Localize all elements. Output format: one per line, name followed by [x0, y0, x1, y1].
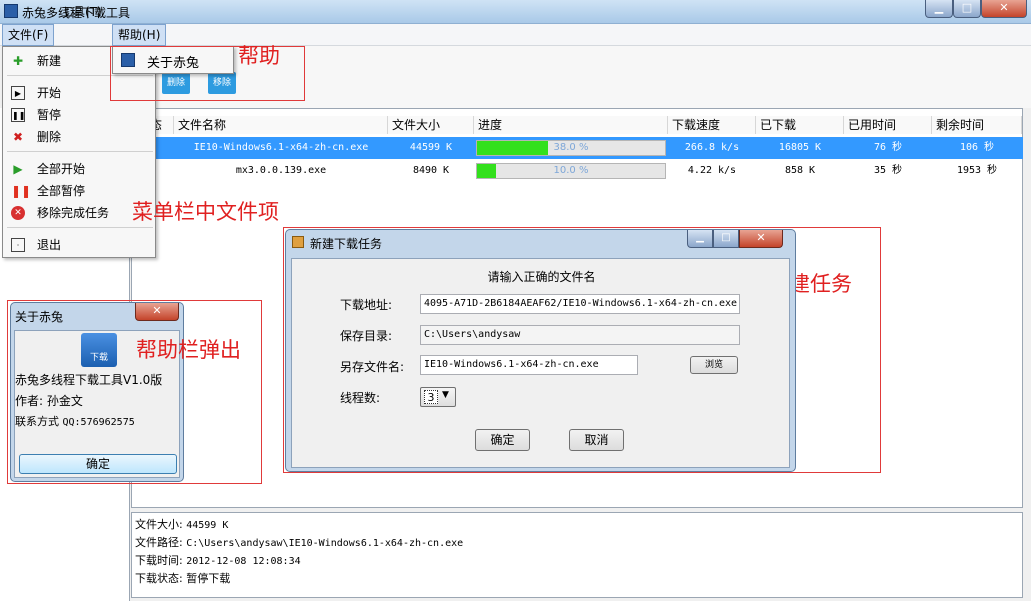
contact-label: 联系方式 [15, 415, 59, 428]
menu-item-label: 开始 [37, 86, 62, 100]
progress-bar: 38.0 % [476, 140, 666, 156]
menu-item-label: 退出 [37, 238, 62, 252]
close-icon[interactable]: ✕ [135, 303, 179, 321]
threads-select[interactable]: 3 ▼ [420, 387, 456, 407]
browse-button[interactable]: 浏览 [690, 356, 738, 374]
about-dialog: 关于赤兔 ✕ 下载 赤兔多线程下载工具V1.0版 作者: 孙金文 联系方式 QQ… [10, 302, 184, 482]
header-filesize[interactable]: 文件大小 [388, 116, 474, 134]
header-speed[interactable]: 下载速度 [668, 116, 756, 134]
menu-tools[interactable]: 工具(T) [56, 2, 107, 22]
menu-item-label: 暂停 [37, 108, 62, 122]
url-label: 下载地址: [340, 298, 393, 312]
menu-item-label: 移除完成任务 [37, 206, 110, 220]
about-author: 作者: 孙金文 [15, 394, 83, 408]
about-ok-button[interactable]: 确定 [19, 454, 177, 474]
row-speed: 266.8 k/s [684, 142, 740, 153]
about-dialog-title: 关于赤兔 [15, 310, 64, 324]
header-remaining[interactable]: 剩余时间 [932, 116, 1022, 134]
menu-item-label: 全部暂停 [37, 184, 86, 198]
dir-label: 保存目录: [340, 329, 393, 343]
app-icon [4, 4, 18, 18]
annotation-label-file-menu: 菜单栏中文件项 [132, 200, 279, 224]
play-icon: ▶ [11, 86, 25, 100]
minimize-icon[interactable]: ▁ [687, 230, 713, 248]
threads-value: 3 [424, 390, 438, 404]
dir-field[interactable]: C:\Users\andysaw [420, 325, 740, 345]
info-size-label: 文件大小: [135, 518, 183, 531]
menu-file[interactable]: 文件(F) [2, 24, 55, 46]
annotation-label-help: 帮助 [238, 44, 280, 68]
java-icon [292, 236, 304, 248]
row-filesize: 44599 K [409, 142, 453, 153]
saveas-field[interactable]: IE10-Windows6.1-x64-zh-cn.exe [420, 355, 638, 375]
saveas-label: 另存文件名: [340, 360, 405, 374]
table-row[interactable]: mx3.0.0.139.exe 8490 K 10.0 % 4.22 k/s 8… [131, 160, 1023, 182]
minimize-button[interactable]: ▁ [925, 0, 953, 18]
about-app-name: 赤兔多线程下载工具V1.0版 [15, 373, 163, 387]
ok-button[interactable]: 确定 [475, 429, 530, 451]
header-progress[interactable]: 进度 [474, 116, 668, 134]
info-status-value: 暂停下载 [186, 572, 231, 585]
close-button[interactable]: ✕ [981, 0, 1027, 18]
row-filename: IE10-Windows6.1-x64-zh-cn.exe [193, 142, 369, 153]
table-row[interactable]: IE10-Windows6.1-x64-zh-cn.exe 44599 K 38… [131, 137, 1023, 159]
maximize-button[interactable]: □ [953, 0, 981, 18]
row-elapsed: 76 秒 [873, 142, 903, 153]
url-field[interactable]: 4095-A71D-2B6184AEAF62/IE10-Windows6.1-x… [420, 294, 740, 314]
exit-icon: · [11, 238, 25, 252]
annotation-label-about: 帮助栏弹出 [136, 338, 241, 362]
info-time-label: 下载时间: [135, 554, 183, 567]
info-size-value: 44599 K [186, 520, 229, 531]
new-task-title: 新建下载任务 [310, 237, 383, 251]
pause-all-icon: ❚❚ [11, 184, 32, 198]
download-logo-icon: 下载 [81, 333, 117, 367]
info-path-value: C:\Users\andysaw\IE10-Windows6.1-x64-zh-… [186, 538, 464, 549]
info-status-label: 下载状态: [135, 572, 183, 585]
menu-separator [7, 151, 153, 152]
menu-item-delete[interactable]: ✖ 删除 [3, 126, 155, 148]
menu-item-pause[interactable]: ❚❚ 暂停 [3, 104, 155, 126]
info-panel: 文件大小: 44599 K 文件路径: C:\Users\andysaw\IE1… [131, 512, 1023, 598]
row-speed: 4.22 k/s [687, 165, 737, 176]
progress-text: 10.0 % [553, 165, 589, 176]
maximize-icon[interactable]: □ [713, 230, 739, 248]
pause-icon: ❚❚ [11, 108, 25, 122]
row-remaining: 1953 秒 [956, 165, 998, 176]
new-task-prompt: 请输入正确的文件名 [487, 270, 596, 284]
menu-separator [7, 227, 153, 228]
info-time-value: 2012-12-08 12:08:34 [186, 556, 301, 567]
row-downloaded: 16805 K [778, 142, 822, 153]
about-contact: 联系方式 QQ:576962575 [15, 413, 135, 429]
close-icon[interactable]: ✕ [739, 230, 783, 248]
progress-text: 38.0 % [553, 142, 589, 153]
progress-bar: 10.0 % [476, 163, 666, 179]
menu-item-label: 新建 [37, 54, 62, 68]
threads-label: 线程数: [340, 391, 381, 405]
title-bar: 赤兔多线程下载工具 [0, 0, 1031, 24]
header-filename[interactable]: 文件名称 [174, 116, 388, 134]
contact-value: QQ:576962575 [62, 417, 135, 428]
start-all-icon: ▶ [13, 162, 23, 176]
new-task-dialog: 新建下载任务 ▁ □ ✕ 请输入正确的文件名 下载地址: 4095-A71D-2… [285, 229, 796, 472]
remove-circle-icon: ✕ [11, 206, 25, 220]
new-task-body: 请输入正确的文件名 下载地址: 4095-A71D-2B6184AEAF62/I… [291, 258, 790, 468]
menu-help[interactable]: 帮助(H) [112, 24, 167, 46]
cancel-button[interactable]: 取消 [569, 429, 624, 451]
menu-item-exit[interactable]: · 退出 [3, 234, 155, 256]
logo-text: 下载 [89, 353, 108, 363]
chevron-down-icon: ▼ [442, 390, 449, 400]
row-elapsed: 35 秒 [873, 165, 903, 176]
header-elapsed[interactable]: 已用时间 [844, 116, 932, 134]
menu-item-start-all[interactable]: ▶ 全部开始 [3, 158, 155, 180]
info-path-label: 文件路径: [135, 536, 183, 549]
row-remaining: 106 秒 [959, 142, 995, 153]
delete-x-icon: ✖ [12, 130, 24, 144]
row-filesize: 8490 K [412, 165, 450, 176]
plus-icon: ✚ [12, 54, 24, 68]
menu-item-label: 全部开始 [37, 162, 86, 176]
header-downloaded[interactable]: 已下载 [756, 116, 844, 134]
row-filename: mx3.0.0.139.exe [235, 165, 327, 176]
menu-item-label: 删除 [37, 130, 62, 144]
row-downloaded: 858 K [784, 165, 816, 176]
